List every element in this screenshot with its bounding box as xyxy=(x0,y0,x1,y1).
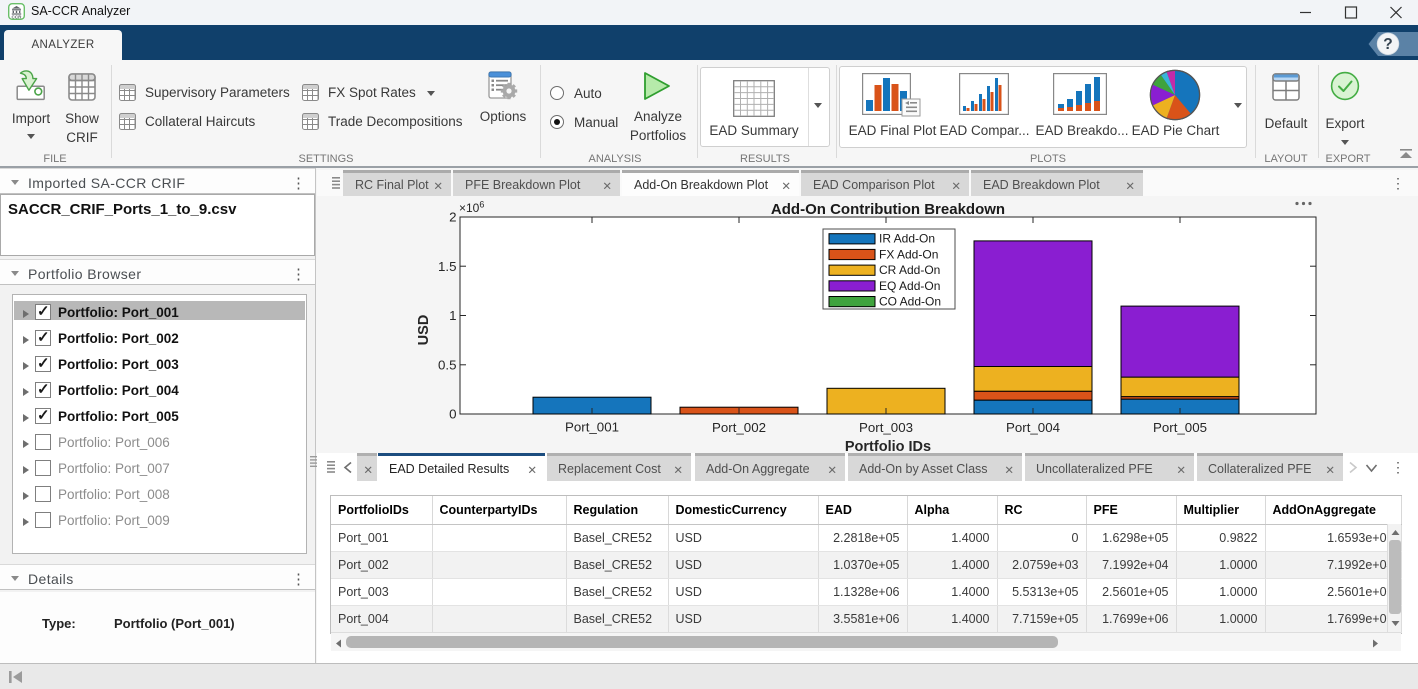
svg-text:IR Add-On: IR Add-On xyxy=(879,232,935,246)
svg-text:USD: USD xyxy=(416,315,432,346)
svg-text:Port_003: Port_003 xyxy=(859,420,913,435)
svg-text:EQ Add-On: EQ Add-On xyxy=(879,279,940,293)
svg-text:Add-On Contribution Breakdown: Add-On Contribution Breakdown xyxy=(771,201,1005,218)
svg-text:FX Add-On: FX Add-On xyxy=(879,247,938,261)
svg-text:CO Add-On: CO Add-On xyxy=(879,295,941,309)
svg-text:×106: ×106 xyxy=(459,200,484,216)
svg-text:Port_001: Port_001 xyxy=(565,420,619,435)
svg-text:0.5: 0.5 xyxy=(438,357,457,372)
svg-text:1: 1 xyxy=(449,308,456,323)
svg-text:0: 0 xyxy=(449,407,456,422)
svg-text:CR Add-On: CR Add-On xyxy=(879,263,940,277)
svg-text:Portfolio IDs: Portfolio IDs xyxy=(845,439,931,453)
svg-text:2: 2 xyxy=(449,210,456,225)
svg-text:CCR: CCR xyxy=(12,14,23,19)
svg-text:1.5: 1.5 xyxy=(438,259,457,274)
svg-text:Port_005: Port_005 xyxy=(1153,420,1207,435)
svg-text:Port_002: Port_002 xyxy=(712,420,766,435)
svg-text:Port_004: Port_004 xyxy=(1006,420,1060,435)
svg-text:?: ? xyxy=(1383,36,1392,53)
